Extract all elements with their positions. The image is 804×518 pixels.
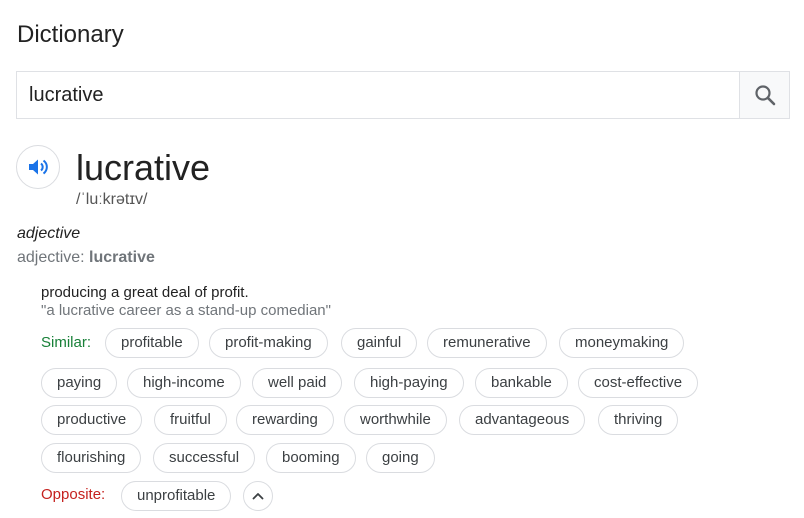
similar-chip[interactable]: going xyxy=(366,443,435,473)
word-forms-word: lucrative xyxy=(89,249,155,266)
search-bar xyxy=(16,71,790,119)
example-sentence: "a lucrative career as a stand-up comedi… xyxy=(41,302,331,319)
similar-chip[interactable]: high-paying xyxy=(354,368,464,398)
similar-chip[interactable]: moneymaking xyxy=(559,328,685,358)
similar-chip[interactable]: gainful xyxy=(341,328,418,358)
part-of-speech: adjective xyxy=(17,225,81,242)
similar-chip[interactable]: thriving xyxy=(598,405,679,435)
word-forms-prefix: adjective: xyxy=(17,249,90,266)
phonetic: /ˈluːkrətɪv/ xyxy=(76,191,148,208)
similar-chip[interactable]: rewarding xyxy=(236,405,334,435)
similar-chip[interactable]: advantageous xyxy=(459,405,586,435)
headword: lucrative xyxy=(76,147,211,188)
pronunciation-button[interactable] xyxy=(16,145,60,189)
similar-chip[interactable]: fruitful xyxy=(154,405,227,435)
definition: producing a great deal of profit. xyxy=(41,284,249,301)
similar-chip[interactable]: flourishing xyxy=(41,443,142,473)
similar-chip[interactable]: bankable xyxy=(475,368,568,398)
opposite-chip[interactable]: unprofitable xyxy=(121,481,232,511)
page-title: Dictionary xyxy=(17,21,124,48)
search-icon xyxy=(754,85,775,106)
similar-chip[interactable]: paying xyxy=(41,368,118,398)
word-forms: adjective: lucrative xyxy=(17,249,155,267)
opposite-label: Opposite: xyxy=(41,486,106,503)
similar-chip[interactable]: cost-effective xyxy=(578,368,699,398)
speaker-icon xyxy=(29,159,48,175)
similar-chip[interactable]: high-income xyxy=(127,368,241,398)
similar-chip[interactable]: booming xyxy=(266,443,356,473)
similar-chip[interactable]: worthwhile xyxy=(344,405,447,435)
chevron-up-icon xyxy=(252,493,264,500)
similar-chip[interactable]: productive xyxy=(41,405,143,435)
search-input[interactable] xyxy=(17,72,741,118)
similar-chip[interactable]: remunerative xyxy=(427,328,547,358)
similar-label: Similar: xyxy=(41,334,92,351)
similar-chip[interactable]: successful xyxy=(153,443,256,473)
collapse-button[interactable] xyxy=(243,481,273,511)
similar-chip[interactable]: well paid xyxy=(252,368,343,398)
similar-chip[interactable]: profitable xyxy=(105,328,199,358)
search-button[interactable] xyxy=(739,72,789,118)
similar-chip[interactable]: profit-making xyxy=(209,328,328,358)
